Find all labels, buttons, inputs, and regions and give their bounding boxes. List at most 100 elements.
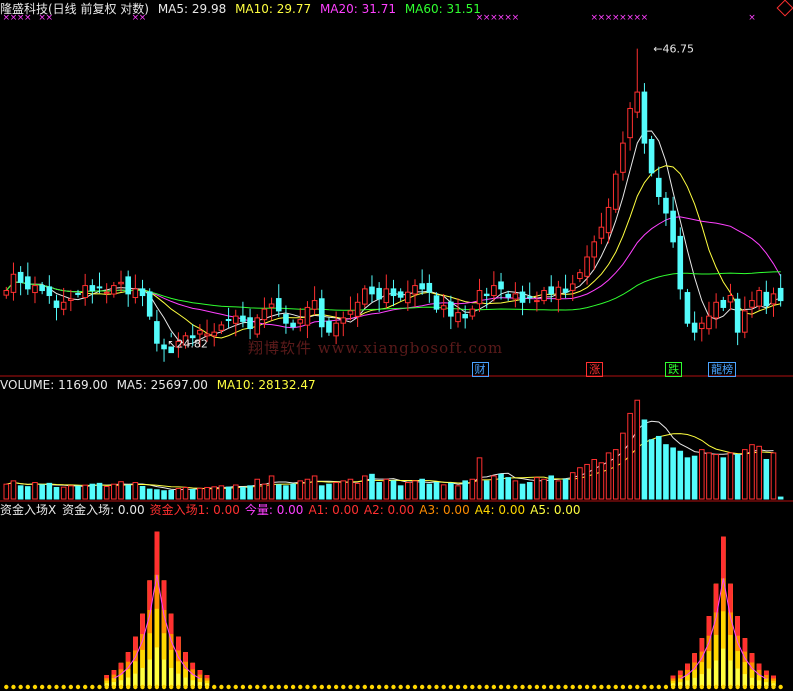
indicator-baseline-dot (290, 684, 296, 690)
indicator-baseline-dot (276, 684, 281, 690)
indicator-baseline-dot (197, 684, 203, 690)
candle-body (103, 291, 110, 294)
event-badge[interactable]: 涨 (586, 362, 604, 377)
indicator-baseline-dot (97, 684, 102, 690)
volume-bar (297, 480, 304, 500)
ma5-line (5, 130, 781, 345)
volume-bar (634, 399, 641, 500)
volume-bar (440, 484, 447, 500)
candlesticks (3, 48, 784, 362)
event-badge[interactable]: 跌 (665, 362, 683, 377)
volume-bar (562, 478, 569, 500)
ma5-readout: MA5: 29.98 (157, 2, 227, 16)
candle-body (354, 301, 361, 317)
indicator-header: 资金入场X 资金入场: 0.00 资金入场1: 0.00 今量: 0.00 A1: 0… (0, 502, 586, 518)
volume-bar (154, 489, 160, 500)
volume-bar (641, 419, 648, 500)
volume-bar (132, 482, 139, 500)
volume-bar (25, 486, 31, 500)
candle-body (426, 282, 433, 293)
indicator-bar-top (692, 653, 697, 657)
indicator-baseline-dot (771, 684, 776, 690)
volume-bar (770, 452, 777, 500)
candle-body (211, 331, 218, 337)
candle-body (763, 291, 770, 307)
candle-body (612, 173, 619, 210)
volume-bar (218, 485, 225, 500)
event-badge[interactable]: 财 (471, 362, 489, 377)
candle-body (283, 314, 289, 324)
volume-readout: VOLUME: 1169.00 (0, 378, 108, 392)
indicator-bar-top (728, 583, 733, 595)
indicator-baseline-dot (455, 684, 461, 690)
volume-bar (519, 483, 526, 500)
volume-bar (354, 482, 361, 500)
candle-body (777, 287, 784, 302)
volume-bar (412, 480, 418, 500)
indicator-baseline-dot (154, 684, 160, 690)
indicator-baseline-dot (685, 684, 690, 690)
volume-bar (268, 475, 275, 500)
indicator-baseline-dot (262, 684, 267, 690)
volume-bar (311, 475, 318, 500)
indicator-baseline-dot (584, 684, 590, 690)
volume-bar (448, 482, 454, 500)
indicator-baseline-dot (18, 684, 23, 690)
volume-bar (655, 435, 662, 500)
candle-body (146, 291, 153, 317)
candle-body (448, 301, 454, 317)
candle-body (218, 324, 225, 331)
volume-bar (476, 457, 483, 500)
event-badge[interactable]: 龍榜 (708, 362, 737, 377)
indicator-baseline-dot (563, 684, 568, 690)
volume-bar (326, 483, 332, 500)
volume-bar (591, 458, 598, 500)
indicator-baseline-dot (713, 684, 719, 690)
volume-bar (577, 467, 583, 500)
indicator-readout: A1: 0.00 (308, 503, 359, 517)
ma20-line (5, 216, 782, 329)
candle-body (749, 300, 755, 308)
candle-body (433, 295, 440, 310)
indicator-baseline-dot (764, 684, 769, 690)
indicator-bar-top (756, 663, 762, 666)
volume-bar (584, 463, 590, 500)
stock-title: 隆盛科技(日线 前复权 对数) (0, 2, 149, 16)
candle-body (770, 293, 777, 305)
indicator-baseline-dot (706, 684, 712, 690)
candle-body (734, 298, 741, 333)
indicator-baseline-dot (692, 684, 697, 690)
candle-body (10, 273, 17, 293)
candle-body (197, 329, 203, 335)
indicator-baseline-dot (104, 684, 109, 690)
volume-bar (483, 480, 490, 500)
candle-body (455, 312, 461, 323)
volume-bar (462, 480, 468, 500)
indicator-bar-top (154, 531, 160, 548)
volume-bar (756, 445, 762, 500)
indicator-bar-top (749, 653, 755, 657)
volume-bar (648, 439, 655, 500)
candle-body (75, 292, 81, 295)
indicator-baseline-dot (434, 684, 439, 690)
indicator-baseline-dot (506, 684, 511, 690)
volume-bar (340, 480, 347, 500)
candle-body (605, 206, 612, 234)
indicator-baseline-dot (541, 684, 547, 690)
candle-body (32, 285, 38, 294)
candle-body (240, 315, 246, 322)
volume-bar (197, 487, 203, 500)
volume-header: VOLUME: 1169.00 MA5: 25697.00 MA10: 2813… (0, 377, 321, 393)
indicator-bar-top (183, 652, 188, 656)
indicator-bar-top (190, 662, 196, 666)
volume-bar (720, 457, 727, 500)
indicator-baseline-dot (32, 684, 38, 690)
indicator-baseline-dot (656, 684, 661, 690)
indicator-bar-top (125, 652, 131, 656)
volume-bar (620, 432, 626, 500)
candle-body (311, 300, 318, 310)
candle-body (691, 322, 698, 333)
candle-body (68, 298, 74, 301)
volume-bar (240, 486, 246, 500)
volume-bar (698, 449, 705, 500)
